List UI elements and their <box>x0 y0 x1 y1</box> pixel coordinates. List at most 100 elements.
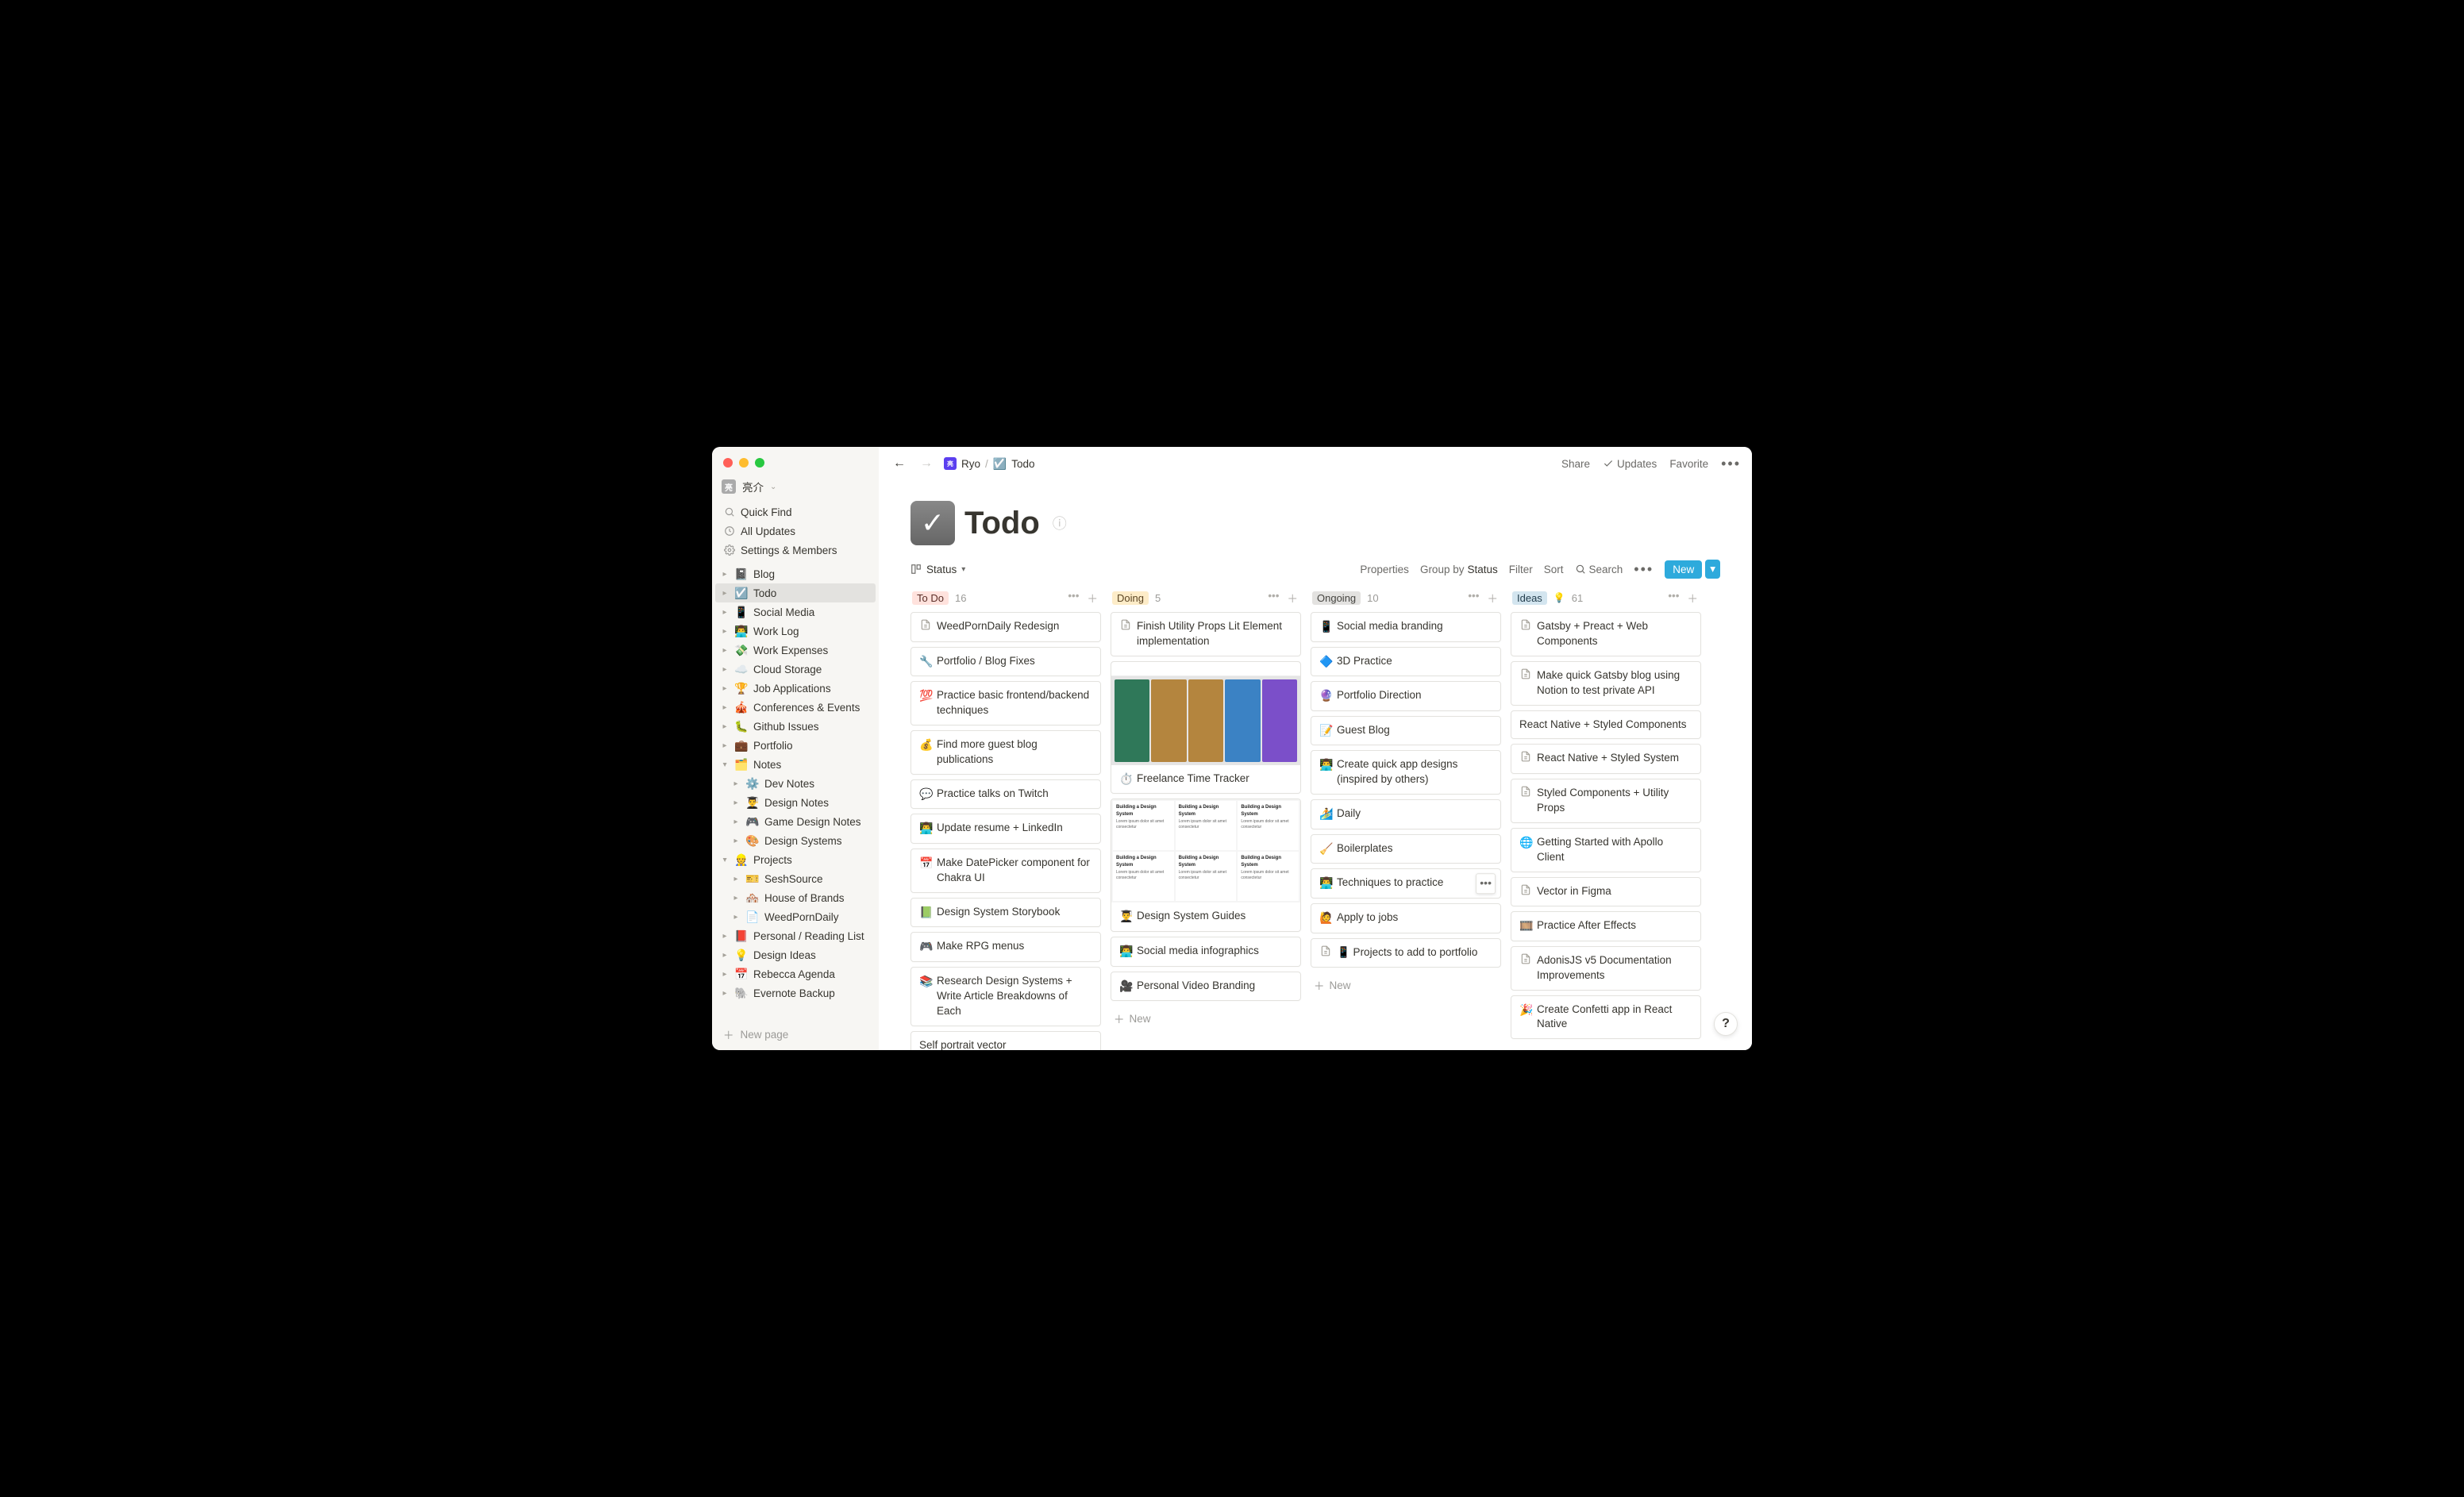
disclosure-caret-icon[interactable]: ▸ <box>720 627 730 636</box>
card[interactable]: Self portrait vector <box>911 1031 1101 1050</box>
card[interactable]: Gatsby + Preact + Web Components <box>1511 612 1701 656</box>
card[interactable]: 📝Guest Blog <box>1311 716 1501 746</box>
sidebar-item-dev-notes[interactable]: ▸⚙️Dev Notes <box>715 774 876 793</box>
card[interactable]: React Native + Styled System <box>1511 744 1701 774</box>
sidebar-item-personal-reading-list[interactable]: ▸📕Personal / Reading List <box>715 926 876 945</box>
sidebar-item-design-notes[interactable]: ▸👨‍🎓Design Notes <box>715 793 876 812</box>
view-more-button[interactable]: ••• <box>1634 562 1654 576</box>
page-more-button[interactable]: ••• <box>1721 456 1741 471</box>
card[interactable]: Finish Utility Props Lit Element impleme… <box>1111 612 1301 656</box>
disclosure-caret-icon[interactable]: ▸ <box>720 703 730 712</box>
disclosure-caret-icon[interactable]: ▸ <box>720 970 730 979</box>
card[interactable]: 🌐Getting Started with Apollo Client <box>1511 828 1701 872</box>
disclosure-caret-icon[interactable]: ▸ <box>720 684 730 693</box>
disclosure-caret-icon[interactable]: ▸ <box>720 665 730 674</box>
sidebar-item-conferences-events[interactable]: ▸🎪Conferences & Events <box>715 698 876 717</box>
disclosure-caret-icon[interactable]: ▸ <box>720 646 730 655</box>
breadcrumb-workspace[interactable]: Ryo <box>961 458 980 470</box>
column-more-button[interactable]: ••• <box>1466 590 1480 606</box>
add-card-button[interactable]: ＋New <box>1111 1006 1301 1031</box>
disclosure-caret-icon[interactable]: ▸ <box>731 779 741 788</box>
page-icon[interactable]: ✓ <box>911 501 955 545</box>
nav-back-button[interactable]: ← <box>890 455 909 472</box>
card[interactable]: 👨‍💻Social media infographics <box>1111 937 1301 967</box>
card[interactable]: 📱Social media branding <box>1311 612 1501 642</box>
view-picker[interactable]: Status ▾ <box>911 564 965 575</box>
new-button[interactable]: New <box>1665 560 1702 579</box>
card[interactable]: 💬Practice talks on Twitch <box>911 779 1101 810</box>
disclosure-caret-icon[interactable]: ▸ <box>720 951 730 960</box>
sidebar-item-notes[interactable]: ▸🗂️Notes <box>715 755 876 774</box>
settings-button[interactable]: Settings & Members <box>715 541 876 560</box>
card[interactable]: 👨‍💻Create quick app designs (inspired by… <box>1311 750 1501 795</box>
column-add-button[interactable]: ＋ <box>1086 590 1100 606</box>
sidebar-item-rebecca-agenda[interactable]: ▸📅Rebecca Agenda <box>715 964 876 983</box>
sidebar-item-evernote-backup[interactable]: ▸🐘Evernote Backup <box>715 983 876 1002</box>
card[interactable]: 🏄Daily <box>1311 799 1501 829</box>
disclosure-caret-icon[interactable]: ▸ <box>731 818 741 826</box>
card[interactable]: 🎥Personal Video Branding <box>1111 972 1301 1002</box>
filter-button[interactable]: Filter <box>1509 564 1533 575</box>
column-add-button[interactable]: ＋ <box>1486 590 1500 606</box>
maximize-window-icon[interactable] <box>755 458 764 468</box>
disclosure-caret-icon[interactable]: ▸ <box>731 875 741 883</box>
card[interactable]: WeedPornDaily Redesign <box>911 612 1101 642</box>
sidebar-item-seshsource[interactable]: ▸🎫SeshSource <box>715 869 876 888</box>
sidebar-item-github-issues[interactable]: ▸🐛Github Issues <box>715 717 876 736</box>
card[interactable]: AdonisJS v5 Documentation Improvements <box>1511 946 1701 991</box>
new-page-button[interactable]: ＋ New page <box>712 1018 879 1050</box>
new-button-dropdown[interactable]: ▾ <box>1705 560 1720 579</box>
workspace-switcher[interactable]: 亮 亮介 ⌄ <box>712 475 879 502</box>
groupby-button[interactable]: Group by Status <box>1420 564 1498 575</box>
card[interactable]: Vector in Figma <box>1511 877 1701 907</box>
share-button[interactable]: Share <box>1561 458 1590 470</box>
disclosure-caret-icon[interactable]: ▸ <box>721 855 730 864</box>
sidebar-item-social-media[interactable]: ▸📱Social Media <box>715 602 876 622</box>
disclosure-caret-icon[interactable]: ▸ <box>720 570 730 579</box>
column-add-button[interactable]: ＋ <box>1686 590 1700 606</box>
card[interactable]: 🎞️Practice After Effects <box>1511 911 1701 941</box>
column-status-tag[interactable]: Doing <box>1112 591 1149 605</box>
help-button[interactable]: ? <box>1714 1012 1738 1036</box>
disclosure-caret-icon[interactable]: ▸ <box>731 837 741 845</box>
card-more-button[interactable]: ••• <box>1476 873 1496 894</box>
card[interactable]: 📚Research Design Systems + Write Article… <box>911 967 1101 1026</box>
card[interactable]: 🔧Portfolio / Blog Fixes <box>911 647 1101 677</box>
sidebar-item-todo[interactable]: ▸☑️Todo <box>715 583 876 602</box>
card[interactable]: 🧹Boilerplates <box>1311 834 1501 864</box>
disclosure-caret-icon[interactable]: ▸ <box>731 799 741 807</box>
disclosure-caret-icon[interactable]: ▸ <box>731 913 741 922</box>
disclosure-caret-icon[interactable]: ▸ <box>720 608 730 617</box>
sort-button[interactable]: Sort <box>1544 564 1564 575</box>
card[interactable]: 🔮Portfolio Direction <box>1311 681 1501 711</box>
column-add-button[interactable]: ＋ <box>1286 590 1300 606</box>
card[interactable]: 💰Find more guest blog publications <box>911 730 1101 775</box>
search-button[interactable]: Search <box>1575 564 1623 575</box>
disclosure-caret-icon[interactable]: ▸ <box>720 589 730 598</box>
add-card-button[interactable]: ＋New <box>1311 972 1501 998</box>
disclosure-caret-icon[interactable]: ▸ <box>720 989 730 998</box>
card[interactable]: 📅Make DatePicker component for Chakra UI <box>911 849 1101 893</box>
minimize-window-icon[interactable] <box>739 458 749 468</box>
card[interactable]: ⏱️Freelance Time Tracker <box>1111 661 1301 795</box>
card[interactable]: 📗Design System Storybook <box>911 898 1101 928</box>
column-more-button[interactable]: ••• <box>1666 590 1681 606</box>
sidebar-item-weedporndaily[interactable]: ▸📄WeedPornDaily <box>715 907 876 926</box>
card[interactable]: 💯Practice basic frontend/backend techniq… <box>911 681 1101 725</box>
card[interactable]: 🎉Create Confetti app in React Native <box>1511 995 1701 1040</box>
sidebar-item-blog[interactable]: ▸📓Blog <box>715 564 876 583</box>
quick-find-button[interactable]: Quick Find <box>715 502 876 521</box>
disclosure-caret-icon[interactable]: ▸ <box>721 760 730 769</box>
column-status-tag[interactable]: Ideas <box>1512 591 1547 605</box>
favorite-button[interactable]: Favorite <box>1669 458 1708 470</box>
sidebar-item-design-ideas[interactable]: ▸💡Design Ideas <box>715 945 876 964</box>
sidebar-item-job-applications[interactable]: ▸🏆Job Applications <box>715 679 876 698</box>
disclosure-caret-icon[interactable]: ▸ <box>720 741 730 750</box>
all-updates-button[interactable]: All Updates <box>715 521 876 541</box>
card[interactable]: Styled Components + Utility Props <box>1511 779 1701 823</box>
disclosure-caret-icon[interactable]: ▸ <box>720 932 730 941</box>
sidebar-item-projects[interactable]: ▸👷Projects <box>715 850 876 869</box>
sidebar-item-house-of-brands[interactable]: ▸🏘️House of Brands <box>715 888 876 907</box>
card[interactable]: 🎮Make RPG menus <box>911 932 1101 962</box>
card[interactable]: 📱 Projects to add to portfolio <box>1311 938 1501 968</box>
